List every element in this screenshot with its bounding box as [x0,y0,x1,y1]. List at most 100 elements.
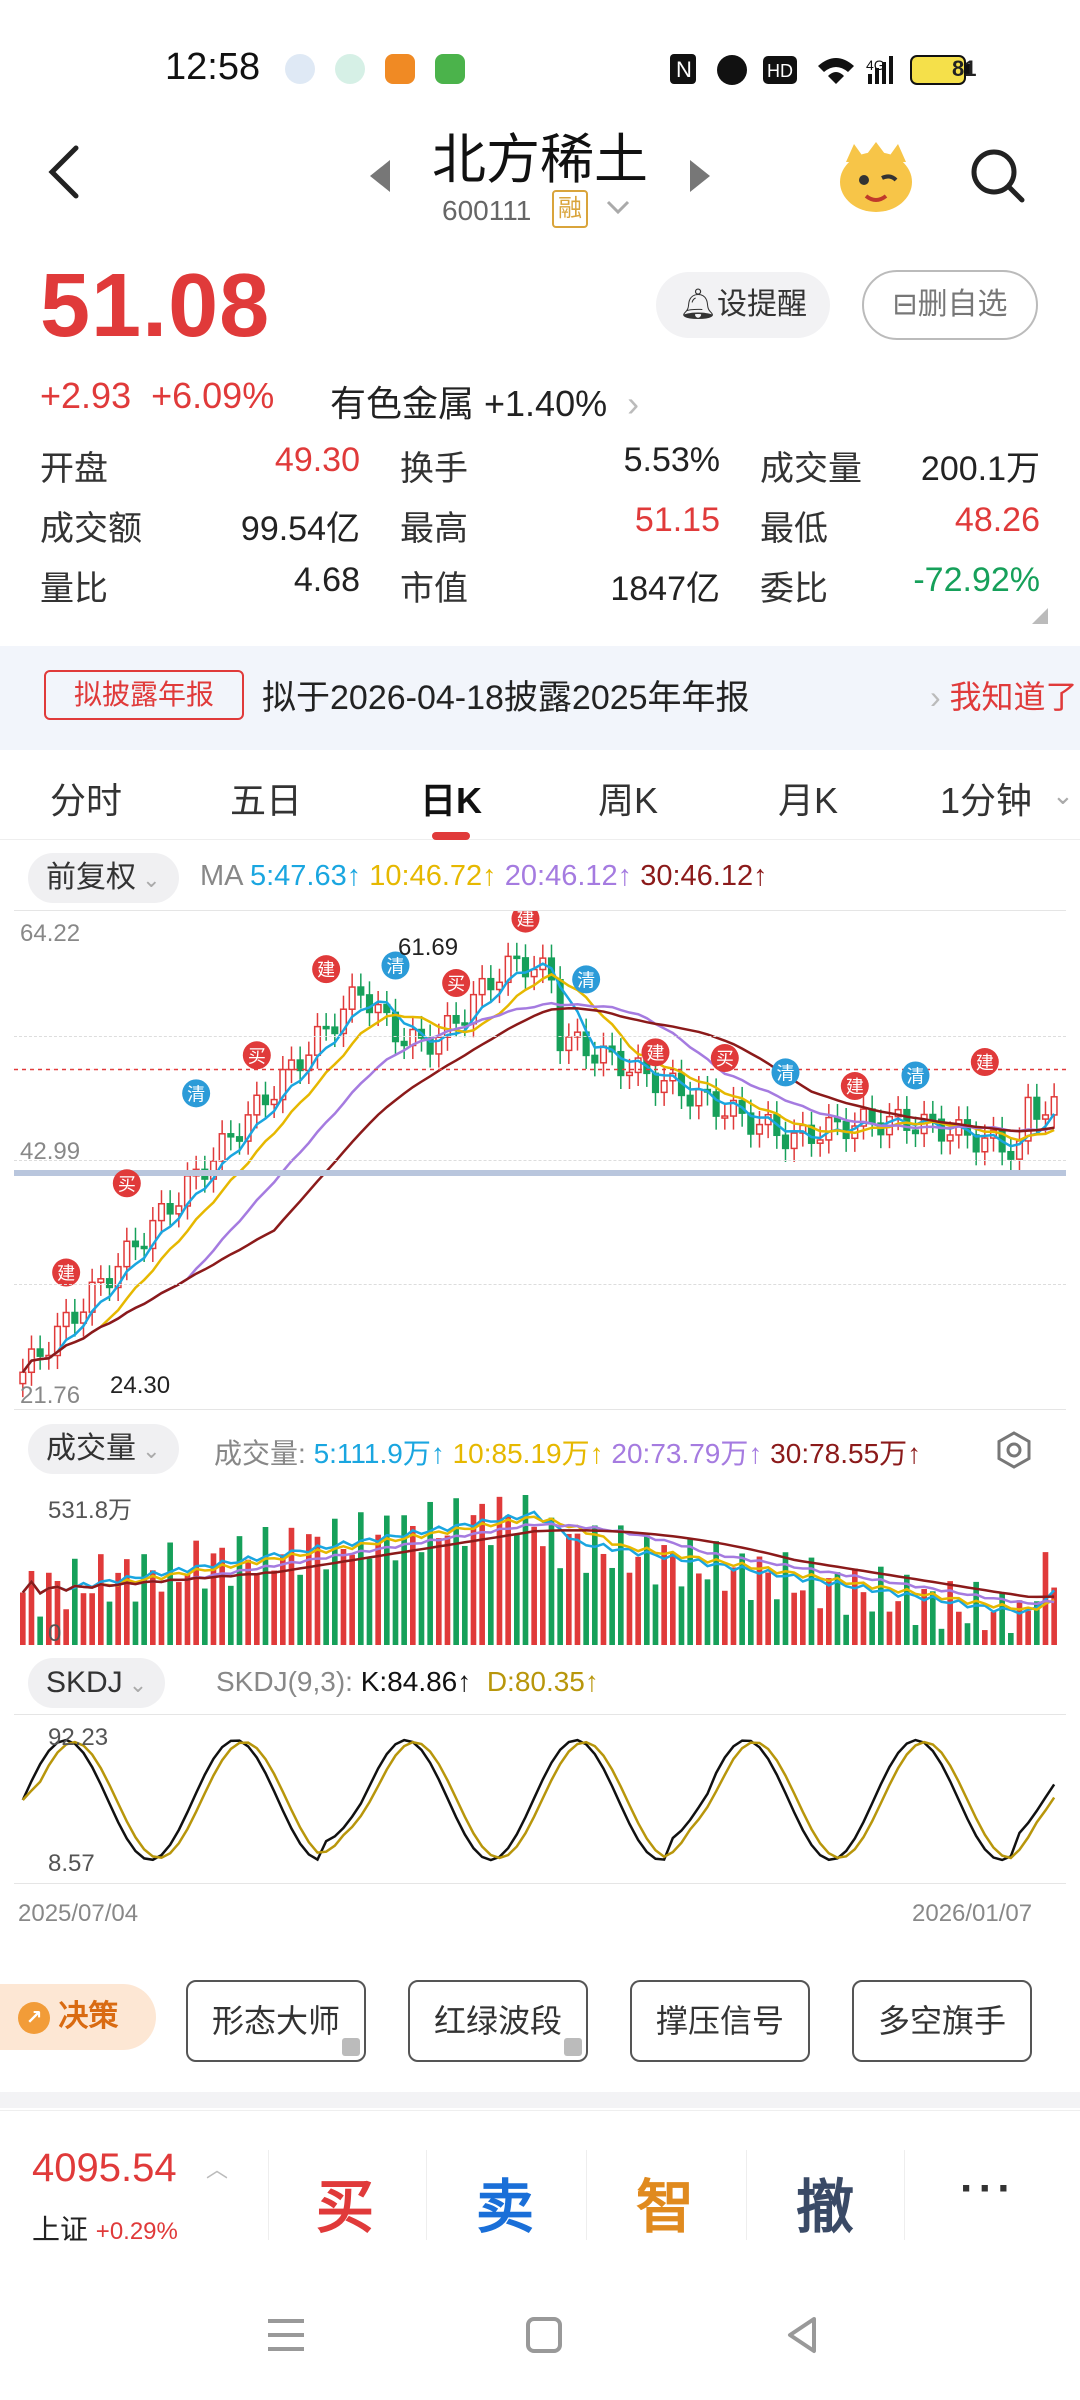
more-icon[interactable]: ··· [960,2164,1016,2214]
candle-body [981,1137,989,1153]
expand-corner-icon[interactable] [1030,606,1050,626]
volume-bar [254,1573,260,1645]
battery-level: 81 [952,56,977,81]
quote-stats: 开盘 49.30 换手 5.53% 成交量 200.1万 成交额 99.54亿 最高 51… [40,435,1040,615]
stat-value: 200.1万 [920,449,1040,488]
index-value[interactable]: 4095.54 [32,2146,177,2191]
tab-daily-k[interactable]: 日K [420,772,482,824]
candle-body [686,1094,694,1107]
signal-marker-label: 清 [906,1066,924,1087]
chevron-down-icon[interactable]: ⌄ [1052,780,1074,811]
volume-bar [626,1572,633,1645]
volume-bar [678,1586,685,1645]
bull-bear-flag-button[interactable]: 多空旗手 [852,1980,1032,2062]
volume-bar [349,1554,355,1645]
stat-value: 49.30 [274,440,360,479]
svg-text:N: N [676,57,692,82]
skdj-k-value: K:84.86↑ [360,1666,472,1697]
volume-bar [98,1554,104,1645]
volume-bar [722,1590,728,1645]
tab-1min[interactable]: 1分钟 [940,772,1032,824]
network-app-icon [335,54,365,84]
decision-button[interactable]: ↗ 决策 [0,1984,156,2050]
stat-label: 市值 [400,569,468,608]
tab-intraday[interactable]: 分时 [50,772,122,824]
volume-bar [462,1545,468,1645]
indicator-selector[interactable]: SKDJ ⌄ [28,1658,166,1708]
volume-bar [193,1540,199,1645]
dismiss-banner-button[interactable]: › 我知道了 [930,672,1078,718]
candle-body [218,1133,226,1162]
chevron-down-icon[interactable] [606,200,630,216]
volume-bar [1025,1610,1031,1645]
skdj-d-value: D:80.35↑ [486,1666,599,1697]
volume-bar [314,1536,321,1645]
volume-bar [557,1568,563,1645]
set-alert-button[interactable]: 🔔︎设提醒 [656,272,830,338]
x-axis-start-date: 2025/07/04 [18,1900,139,1927]
tab-five-day[interactable]: 五日 [230,772,302,824]
volume-bar [956,1611,962,1645]
volume-bar [531,1526,537,1645]
volume-selector[interactable]: 成交量 ⌄ [28,1424,179,1474]
volume-bar [436,1538,442,1645]
sector-link[interactable]: 有色金属 +1.40% › [330,375,639,427]
next-stock-icon[interactable] [686,158,714,194]
smart-button[interactable]: 智 [636,2160,694,2244]
candle-body [270,1098,278,1106]
chart-period-tabs: 分时 五日 日K 周K 月K 1分钟 ⌄ [0,760,1080,840]
menu-nav-icon[interactable] [256,2305,316,2365]
volume-chart[interactable] [14,1480,1066,1650]
tab-monthly-k[interactable]: 月K [778,772,838,824]
search-icon[interactable] [968,146,1028,206]
volume-bar [375,1534,381,1645]
volume-bar [583,1572,589,1645]
chevron-right-icon: › [627,383,640,424]
candle-body [781,1134,790,1150]
volume-bar [990,1611,997,1645]
volume-bar [852,1568,858,1645]
volume-bar [748,1599,754,1645]
candle-body [322,1025,330,1030]
home-nav-icon[interactable] [514,2305,574,2365]
volume-bar [938,1628,945,1645]
volume-bar [444,1535,451,1645]
volume-bar [548,1517,555,1645]
pattern-master-button[interactable]: 形态大师 [186,1980,366,2062]
volume-bar [982,1630,988,1645]
red-green-band-button[interactable]: 红绿波段 [408,1980,588,2062]
tool-label: 形态大师 [211,2003,340,2039]
volume-bar [912,1624,919,1645]
candle-body [1050,1096,1058,1116]
divider [268,2150,269,2240]
mascot-icon[interactable] [836,140,916,216]
remove-watchlist-button[interactable]: ⊟删自选 [862,270,1038,340]
volume-bar [280,1554,286,1645]
candle-body [400,1040,408,1047]
skdj-chart[interactable] [14,1714,1066,1884]
sell-button[interactable]: 卖 [476,2160,534,2244]
candle-body [712,1091,720,1117]
cancel-order-button[interactable]: 撤 [796,2160,854,2244]
volume-y-bottom: 0 [48,1620,62,1647]
ma5-value: 5:47.63↑ [249,860,362,892]
candle-body [790,1132,798,1150]
signal-marker-label: 清 [577,970,595,991]
support-resistance-button[interactable]: 撑压信号 [630,1980,810,2062]
app-shortcut-icon [385,54,415,84]
adjust-selector[interactable]: 前复权 ⌄ [28,853,179,903]
stat-value: 51.15 [634,500,720,539]
tab-weekly-k[interactable]: 周K [598,772,658,824]
settings-hexagon-icon[interactable] [994,1430,1034,1470]
vol-ma20-value: 20:73.79万↑ [611,1438,763,1469]
candle-body [695,1088,703,1107]
stat-value: 99.54亿 [240,509,360,548]
volume-bar [228,1585,234,1645]
buy-button[interactable]: 买 [316,2160,374,2244]
divider [904,2150,905,2240]
chevron-up-icon[interactable]: ︿ [206,2152,228,2184]
report-text: 拟于2026-04-18披露2025年年报 [262,679,750,717]
back-nav-icon[interactable] [774,2305,834,2365]
volume-bar [514,1534,520,1645]
vol-ma30-value: 30:78.55万↑ [770,1438,922,1469]
